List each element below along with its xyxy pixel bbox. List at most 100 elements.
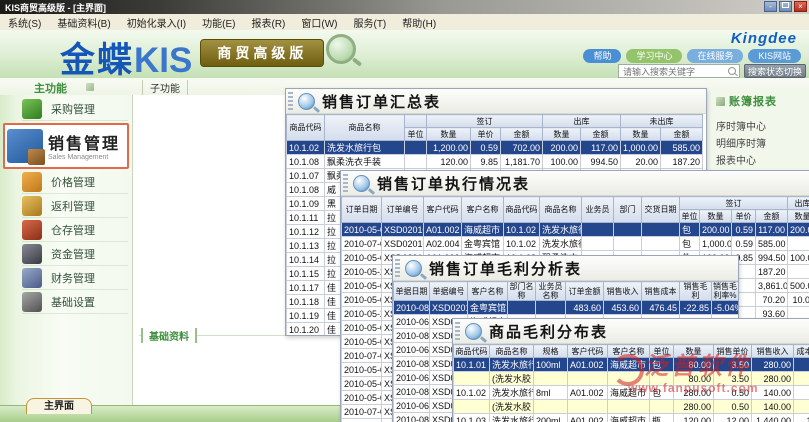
report-window-titlebar[interactable]: 销售订单执行情况表 [341, 171, 809, 196]
column-header: 交货日期 [642, 197, 680, 223]
sidebar-module[interactable]: 返利管理 [22, 195, 128, 218]
table-row[interactable]: 10.1.02洗发水旅行8mlA01.002海威超市包280.000.50140… [454, 386, 809, 400]
quick-links: 帮助学习中心在线服务 KIS网站 [583, 49, 801, 63]
panel-link[interactable]: 报表中心 [716, 151, 809, 168]
column-header: 业务员名称 [536, 282, 566, 301]
close-button[interactable]: × [794, 1, 807, 12]
column-header: 成本单价 [794, 345, 809, 358]
menu-bar: 系统(S)基础资料(B)初始化录入(I)功能(E)报表(R)窗口(W)服务(T)… [0, 14, 809, 31]
panel-link[interactable]: 序时簿中心 [716, 117, 809, 134]
window-title: KIS商贸高级版 - [主界面] [0, 1, 106, 14]
sidebar-module-label: 基础设置 [51, 294, 95, 310]
table-row[interactable]: 2010-08-0XSD02010金粤宾馆483.60453.60476.45-… [394, 301, 739, 315]
profit-distribution-window: 商品毛利分布表 商品代码商品名称规格客户代码客户名称单位数量销售单价销售收入成本… [452, 318, 809, 422]
table-row[interactable]: 2010-05-0XSD02010A01.002海威超市10.1.02洗发水旅行… [342, 223, 809, 237]
pencil-icon [86, 83, 94, 91]
sidebar-module-label: 仓存管理 [51, 222, 95, 238]
purchase-icon [22, 99, 42, 119]
window-titlebar[interactable]: KIS商贸高级版 - [主界面] - × [0, 0, 809, 14]
column-header: 单价 [471, 128, 501, 141]
drag-grip[interactable] [395, 259, 400, 277]
kis-logo: KIS [134, 41, 192, 80]
sidebar-module[interactable]: 销售管理 Sales Management [3, 123, 129, 169]
menu-item[interactable]: 系统(S) [0, 15, 49, 30]
kingdee-logo: Kingdee [731, 30, 797, 47]
online-service-button[interactable]: 在线服务 [687, 49, 743, 63]
column-header: 客户名称 [608, 345, 650, 358]
column-group-header: 签订 [427, 115, 543, 128]
panel-link[interactable]: 明细序时簿 [716, 134, 809, 151]
column-header: 数量 [788, 210, 809, 223]
table-row[interactable]: (洗发水胶280.000.50140.000.3510 [454, 400, 809, 414]
column-header: 部门 [614, 197, 642, 223]
column-header: 数量 [674, 345, 714, 358]
column-header: 客户名称 [468, 282, 508, 301]
base-data-label: 基础资料 [141, 328, 197, 343]
drag-grip[interactable] [288, 92, 293, 110]
menu-item[interactable]: 报表(R) [243, 15, 293, 30]
column-header: 金额 [756, 210, 788, 223]
sidebar-module[interactable]: 资金管理 [22, 243, 128, 266]
table-row[interactable]: 10.1.02洗发水旅行包1,200.000.59702.00200.00117… [287, 141, 703, 155]
menu-item[interactable]: 窗口(W) [293, 15, 345, 30]
magnifier-icon [465, 323, 482, 340]
column-header: 业务员 [582, 197, 614, 223]
drag-grip[interactable] [343, 174, 348, 192]
search-box [618, 64, 740, 78]
table-row[interactable]: 10.1.03洗发水旅行200mlA01.002海威超市瓶120.0012.00… [454, 414, 809, 422]
report-window-title: 销售订单汇总表 [322, 91, 441, 112]
column-header: 销售毛利率% [712, 282, 739, 301]
magnifier-icon [405, 260, 422, 277]
column-header: 单位 [680, 210, 700, 223]
main-function-label: 主功能 [34, 80, 67, 96]
search-input[interactable] [621, 65, 725, 78]
window-controls: - × [764, 1, 807, 12]
sidebar-module[interactable]: 财务管理 [22, 267, 128, 290]
minimize-button[interactable]: - [764, 1, 777, 12]
profit-distribution-table[interactable]: 商品代码商品名称规格客户代码客户名称单位数量销售单价销售收入成本单价销售成本10… [453, 344, 809, 422]
column-header: 订单金额 [566, 282, 604, 301]
sidebar-module[interactable]: 采购管理 [22, 98, 128, 121]
menu-item[interactable]: 基础资料(B) [49, 15, 118, 30]
report-window-titlebar[interactable]: 商品毛利分布表 [453, 319, 809, 344]
column-header: 商品代码 [454, 345, 490, 358]
sidebar-module[interactable]: 基础设置 [22, 291, 128, 314]
help-button[interactable]: 帮助 [583, 49, 621, 63]
report-window-title: 销售订单毛利分析表 [429, 258, 582, 279]
kis-website-button[interactable]: KIS网站 [748, 49, 801, 63]
sidebar-module-label: 财务管理 [51, 270, 95, 286]
magnifier-graphic [326, 34, 356, 64]
search-toggle-button[interactable]: 搜索状态切换 [744, 64, 806, 78]
table-row[interactable]: 10.1.01洗发水旅行100mlA01.002海威超市包80.003.5028… [454, 358, 809, 372]
column-header: 金额 [501, 128, 543, 141]
column-header: 商品名称 [325, 115, 405, 141]
column-header: 单据日期 [394, 282, 430, 301]
report-window-titlebar[interactable]: 销售订单汇总表 [286, 89, 706, 114]
column-group-header: 签订 [680, 197, 788, 210]
search-icon[interactable] [728, 67, 736, 75]
column-header: 订单日期 [342, 197, 382, 223]
sidebar-module[interactable]: 价格管理 [22, 171, 128, 194]
menu-item[interactable]: 初始化录入(I) [119, 15, 194, 30]
learning-center-button[interactable]: 学习中心 [626, 49, 682, 63]
table-row[interactable]: 2010-07-0XSD02010A02.004金粤宾馆10.1.02洗发水旅行… [342, 237, 809, 251]
menu-item[interactable]: 服务(T) [345, 15, 394, 30]
maximize-button[interactable] [779, 1, 792, 12]
menu-item[interactable]: 帮助(H) [394, 15, 444, 30]
column-header: 商品名称 [540, 197, 582, 223]
drag-grip[interactable] [455, 322, 460, 340]
column-header: 销售单价 [714, 345, 752, 358]
column-header: 商品代码 [287, 115, 325, 141]
tab-main-screen[interactable]: 主界面 [26, 398, 92, 414]
sidebar-module[interactable]: 仓存管理 [22, 219, 128, 242]
app-window: KIS商贸高级版 - [主界面] - × 系统(S)基础资料(B)初始化录入(I… [0, 0, 809, 422]
report-window-title: 商品毛利分布表 [489, 321, 608, 342]
table-row[interactable]: (洗发水胶80.003.50280.003.0024 [454, 372, 809, 386]
report-window-titlebar[interactable]: 销售订单毛利分析表 [393, 256, 738, 281]
menu-item[interactable]: 功能(E) [194, 15, 243, 30]
column-header: 客户代码 [568, 345, 608, 358]
sidebar-module-label: 价格管理 [51, 174, 95, 190]
table-row[interactable]: 10.1.08飘柔洗衣手装120.009.851,181.70100.00994… [287, 155, 703, 169]
maximize-icon [782, 2, 789, 8]
settings-icon [22, 292, 42, 312]
